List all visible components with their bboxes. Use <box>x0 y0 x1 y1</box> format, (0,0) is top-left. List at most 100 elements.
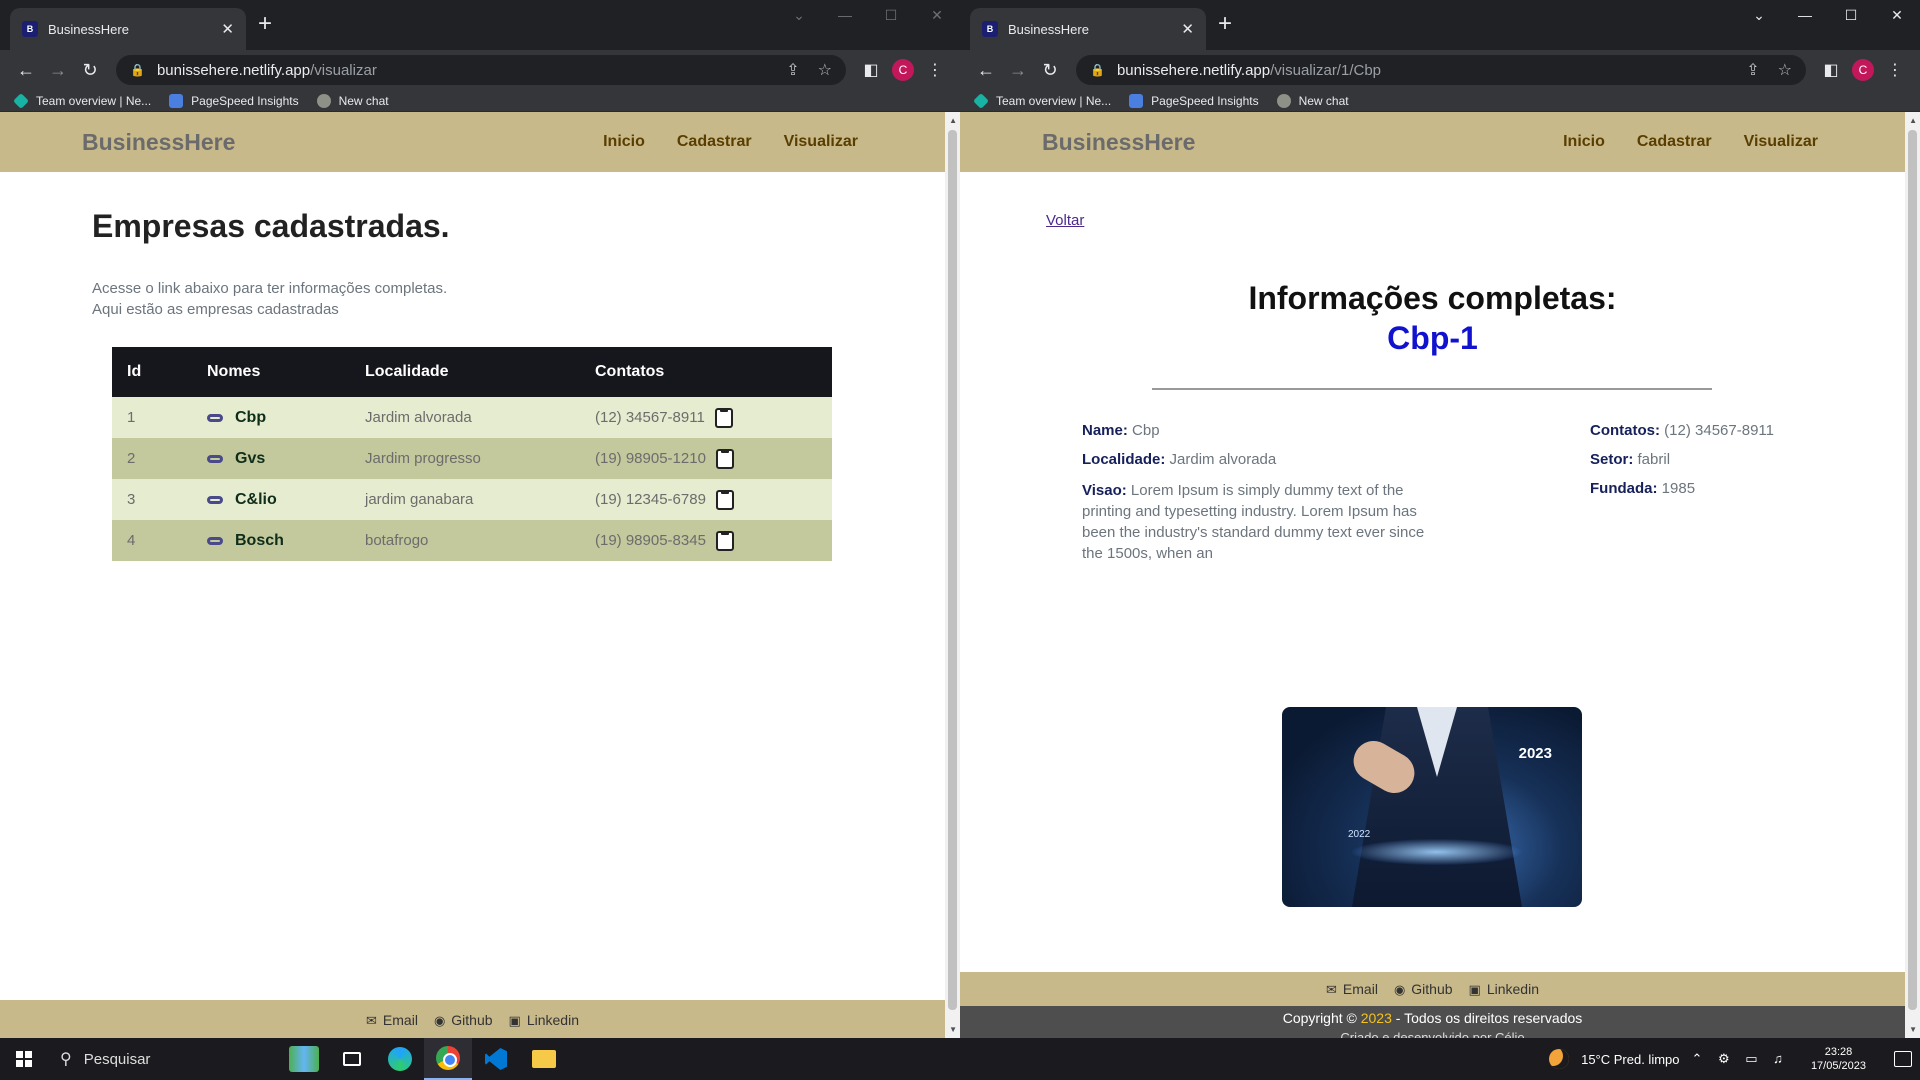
maximize-button[interactable]: ☐ <box>1828 0 1874 30</box>
nav-link-cadastrar[interactable]: Cadastrar <box>677 133 752 151</box>
nav-link-inicio[interactable]: Inicio <box>1563 133 1605 151</box>
chat-icon <box>316 93 331 108</box>
company-link[interactable]: Cbp <box>207 409 266 427</box>
nav-link-inicio[interactable]: Inicio <box>603 133 645 151</box>
bookmark-star-icon[interactable]: ☆ <box>818 60 832 80</box>
clipboard-icon[interactable] <box>715 489 734 510</box>
taskbar-search[interactable]: ⚲ Pesquisar <box>48 1038 280 1080</box>
browser-tab[interactable]: B BusinessHere ✕ <box>10 8 246 50</box>
bookmark-item[interactable]: PageSpeed Insights <box>1129 93 1259 108</box>
site-brand[interactable]: BusinessHere <box>82 129 235 156</box>
scroll-up-icon[interactable]: ▲ <box>1909 116 1917 125</box>
minimize-button[interactable]: — <box>822 0 868 30</box>
reload-icon[interactable]: ↻ <box>74 60 106 81</box>
tab-close-icon[interactable]: ✕ <box>1181 20 1194 38</box>
site-brand[interactable]: BusinessHere <box>1042 129 1195 156</box>
page-viewport: BusinessHere Inicio Cadastrar Visualizar… <box>960 112 1920 1038</box>
forward-arrow-icon[interactable]: → <box>1002 60 1034 81</box>
back-link[interactable]: Voltar <box>1046 212 1084 229</box>
footer-github-link[interactable]: ◉ Github <box>1394 981 1453 998</box>
scroll-down-icon[interactable]: ▼ <box>1909 1025 1917 1034</box>
tab-search-icon[interactable]: ⌄ <box>776 0 822 30</box>
profile-avatar[interactable]: C <box>892 59 914 81</box>
start-button[interactable] <box>0 1038 48 1080</box>
new-tab-button[interactable]: + <box>1218 12 1232 36</box>
nav-link-visualizar[interactable]: Visualizar <box>1744 133 1818 151</box>
clipboard-icon[interactable] <box>715 448 734 469</box>
footer-linkedin-link[interactable]: ▣ Linkedin <box>1469 981 1539 998</box>
clock[interactable]: 23:28 17/05/2023 <box>1811 1045 1866 1073</box>
forward-arrow-icon[interactable]: → <box>42 60 74 81</box>
side-panel-icon[interactable]: ◧ <box>856 60 886 80</box>
company-title: Cbp-1 <box>1387 320 1478 356</box>
table-row: 2 Gvs Jardim progresso (19) 98905-1210 <box>112 438 832 479</box>
clipboard-icon[interactable] <box>714 407 733 428</box>
close-window-button[interactable]: ✕ <box>1874 0 1920 30</box>
weather-moon-icon[interactable] <box>1549 1049 1570 1069</box>
tab-close-icon[interactable]: ✕ <box>221 20 234 38</box>
weather-text[interactable]: 15°C Pred. limpo <box>1581 1052 1679 1067</box>
windows-taskbar: ⚲ Pesquisar 15°C Pred. limpo ⌃ ⚙ ▭ ♫ 23:… <box>0 1038 1920 1080</box>
footer-linkedin-link[interactable]: ▣ Linkedin <box>509 1012 579 1029</box>
bookmarks-bar: Team overview | Ne... PageSpeed Insights… <box>960 90 1920 112</box>
scrollbar[interactable]: ▲ ▼ <box>945 112 960 1038</box>
bookmark-item[interactable]: PageSpeed Insights <box>169 93 299 108</box>
row-contato: (12) 34567-8911 <box>580 397 832 438</box>
company-link[interactable]: Gvs <box>207 450 265 468</box>
bookmark-item[interactable]: New chat <box>316 93 389 108</box>
tab-search-icon[interactable]: ⌄ <box>1736 0 1782 30</box>
company-link[interactable]: Bosch <box>207 532 284 550</box>
footer-email-link[interactable]: ✉ Email <box>366 1012 418 1029</box>
nav-link-visualizar[interactable]: Visualizar <box>784 133 858 151</box>
tray-icons[interactable]: ⌃ ⚙ ▭ ♫ <box>1692 1051 1789 1067</box>
scrollbar[interactable]: ▲ ▼ <box>1905 112 1920 1038</box>
company-link[interactable]: C&lio <box>207 491 277 509</box>
bookmark-item[interactable]: New chat <box>1276 93 1349 108</box>
share-icon[interactable]: ⇪ <box>1746 60 1759 80</box>
taskbar-edge[interactable] <box>376 1038 424 1080</box>
github-icon: ◉ <box>1393 981 1406 997</box>
nav-link-cadastrar[interactable]: Cadastrar <box>1637 133 1712 151</box>
scroll-thumb[interactable] <box>948 130 957 1010</box>
menu-kebab-icon[interactable]: ⋮ <box>1880 60 1910 80</box>
lock-icon[interactable]: 🔒 <box>1090 63 1105 77</box>
share-icon[interactable]: ⇪ <box>786 60 799 80</box>
address-bar[interactable]: 🔒 bunissehere.netlify.app /visualizar ⇪ … <box>116 55 846 85</box>
footer-github-link[interactable]: ◉ Github <box>434 1012 493 1029</box>
task-view-button[interactable] <box>328 1038 376 1080</box>
taskbar-file-explorer[interactable] <box>520 1038 568 1080</box>
minimize-button[interactable]: — <box>1782 0 1828 30</box>
menu-kebab-icon[interactable]: ⋮ <box>920 60 950 80</box>
browser-tab[interactable]: B BusinessHere ✕ <box>970 8 1206 50</box>
row-id: 1 <box>112 397 192 438</box>
notification-icon[interactable] <box>1894 1051 1912 1067</box>
scroll-thumb[interactable] <box>1908 130 1917 1010</box>
footer-email-link[interactable]: ✉ Email <box>1326 981 1378 998</box>
close-window-button[interactable]: ✕ <box>914 0 960 30</box>
taskbar-vscode[interactable] <box>472 1038 520 1080</box>
companies-table: Id Nomes Localidade Contatos 1 Cbp Jardi… <box>112 347 832 561</box>
bookmark-star-icon[interactable]: ☆ <box>1778 60 1792 80</box>
back-arrow-icon[interactable]: ← <box>10 60 42 81</box>
link-icon <box>207 536 223 545</box>
profile-avatar[interactable]: C <box>1852 59 1874 81</box>
bookmark-item[interactable]: Team overview | Ne... <box>13 92 151 109</box>
side-panel-icon[interactable]: ◧ <box>1816 60 1846 80</box>
taskbar-chrome[interactable] <box>424 1038 472 1080</box>
reload-icon[interactable]: ↻ <box>1034 60 1066 81</box>
address-bar[interactable]: 🔒 bunissehere.netlify.app /visualizar/1/… <box>1076 55 1806 85</box>
maximize-button[interactable]: ☐ <box>868 0 914 30</box>
column-header: Id <box>112 347 192 397</box>
back-arrow-icon[interactable]: ← <box>970 60 1002 81</box>
bookmark-favicon-icon <box>973 92 989 109</box>
tab-strip: B BusinessHere ✕ + ⌄ — ☐ ✕ <box>0 0 960 50</box>
new-tab-button[interactable]: + <box>258 12 272 36</box>
browser-toolbar: ← → ↻ 🔒 bunissehere.netlify.app /visuali… <box>0 50 960 90</box>
lock-icon[interactable]: 🔒 <box>130 63 145 77</box>
scroll-up-icon[interactable]: ▲ <box>949 116 957 125</box>
taskbar-map-app[interactable] <box>280 1038 328 1080</box>
scroll-down-icon[interactable]: ▼ <box>949 1025 957 1034</box>
bookmark-item[interactable]: Team overview | Ne... <box>973 92 1111 109</box>
url-host: bunissehere.netlify.app <box>156 61 311 79</box>
clipboard-icon[interactable] <box>715 530 734 551</box>
